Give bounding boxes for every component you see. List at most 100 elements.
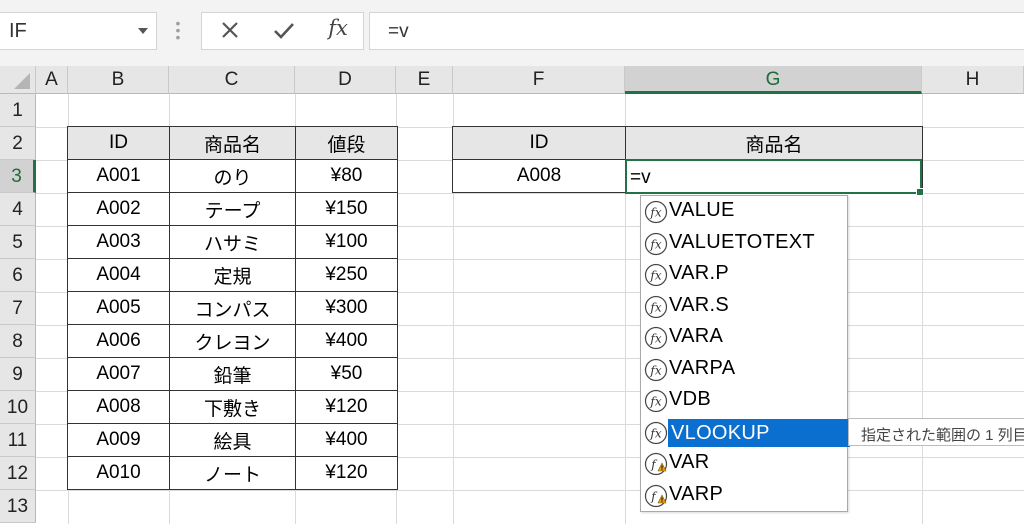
table-cell[interactable]: ¥120	[295, 390, 398, 424]
table-cell[interactable]: ¥80	[295, 159, 398, 193]
table-cell[interactable]: ¥100	[295, 225, 398, 259]
autocomplete-item-valuetotext[interactable]: fx VALUETOTEXT	[642, 229, 846, 260]
row-header-9[interactable]: 9	[0, 358, 36, 391]
autocomplete-item-varp[interactable]: f VARP	[642, 481, 846, 512]
autocomplete-item-var[interactable]: f VAR	[642, 449, 846, 480]
table-cell[interactable]: A005	[67, 291, 170, 325]
autocomplete-item-label: VALUETOTEXT	[669, 230, 815, 253]
table-cell[interactable]: A004	[67, 258, 170, 292]
header-cell[interactable]: 商品名	[625, 126, 923, 160]
svg-text:fx: fx	[649, 332, 661, 346]
table-cell[interactable]: クレヨン	[169, 324, 296, 358]
column-header-e[interactable]: E	[396, 66, 453, 94]
select-all-corner[interactable]	[0, 66, 36, 94]
table-cell[interactable]: ¥250	[295, 258, 398, 292]
header-cell[interactable]: 商品名	[169, 126, 296, 160]
autocomplete-item-vlookup[interactable]: fx VLOOKUP	[642, 418, 850, 449]
autocomplete-item-label: VARP	[669, 482, 724, 505]
row-header-7[interactable]: 7	[0, 292, 36, 325]
autocomplete-item-value[interactable]: fx VALUE	[642, 197, 846, 228]
header-cell[interactable]: ID	[67, 126, 170, 160]
column-header-b[interactable]: B	[68, 66, 169, 94]
table-row: A009 絵具 ¥400	[67, 423, 398, 457]
autocomplete-item-label: VDB	[669, 388, 712, 410]
row-header-2[interactable]: 2	[0, 127, 36, 160]
row-header-8[interactable]: 8	[0, 325, 36, 358]
table-cell[interactable]: ¥300	[295, 291, 398, 325]
name-box-value: IF	[9, 20, 27, 42]
table-cell[interactable]: ¥150	[295, 192, 398, 226]
header-cell[interactable]: 値段	[295, 126, 398, 160]
row-header-6[interactable]: 6	[0, 259, 36, 292]
table-cell[interactable]: 定規	[169, 258, 296, 292]
table-cell[interactable]: ¥400	[295, 324, 398, 358]
table-cell[interactable]: ¥120	[295, 456, 398, 490]
table-cell[interactable]: A003	[67, 225, 170, 259]
column-header-h[interactable]: H	[922, 66, 1024, 94]
table-row: A005 コンパス ¥300	[67, 291, 398, 325]
spreadsheet-grid[interactable]: A B C D E F G H 1 2 3 4 5 6 7 8 9 10 11 …	[0, 66, 1024, 524]
fx-function-icon: fx	[644, 295, 668, 319]
header-cell[interactable]: ID	[452, 126, 626, 160]
svg-text:fx: fx	[649, 395, 661, 409]
autocomplete-item-label: VALUE	[669, 199, 735, 221]
column-header-g[interactable]: G	[625, 66, 922, 94]
table-row: A006 クレヨン ¥400	[67, 324, 398, 358]
table-header-row: ID 商品名	[452, 126, 923, 160]
table-row: A004 定規 ¥250	[67, 258, 398, 292]
autocomplete-item-label: VAR.S	[669, 293, 730, 316]
active-cell[interactable]: =v	[625, 159, 924, 196]
table-cell[interactable]: ハサミ	[169, 225, 296, 259]
autocomplete-item-var-p[interactable]: fx VAR.P	[642, 260, 846, 291]
formula-input[interactable]: =v	[369, 12, 1024, 50]
table-cell[interactable]: ¥50	[295, 357, 398, 391]
insert-function-icon[interactable]: fx	[324, 16, 352, 42]
autocomplete-item-vdb[interactable]: fx VDB	[642, 386, 846, 417]
row-header-3[interactable]: 3	[0, 160, 36, 193]
table-cell[interactable]: のり	[169, 159, 296, 193]
chevron-down-icon[interactable]	[138, 28, 148, 34]
table-cell[interactable]: A001	[67, 159, 170, 193]
enter-check-icon[interactable]	[270, 19, 298, 45]
autocomplete-item-vara[interactable]: fx VARA	[642, 323, 846, 354]
row-header-5[interactable]: 5	[0, 226, 36, 259]
fx-function-icon: fx	[644, 200, 668, 224]
fx-compat-warning-icon: f	[644, 452, 668, 476]
fx-function-icon: fx	[644, 358, 668, 382]
row-header-1[interactable]: 1	[0, 94, 36, 127]
more-options-icon[interactable]: • • •	[174, 16, 182, 44]
table-cell[interactable]: ノート	[169, 456, 296, 490]
table-cell[interactable]: ¥400	[295, 423, 398, 457]
row-header-10[interactable]: 10	[0, 391, 36, 424]
table-cell[interactable]: A008	[67, 390, 170, 424]
autocomplete-item-varpa[interactable]: fx VARPA	[642, 355, 846, 386]
row-header-11[interactable]: 11	[0, 424, 36, 457]
svg-text:fx: fx	[649, 426, 661, 440]
table-row: A010 ノート ¥120	[67, 456, 398, 490]
column-header-c[interactable]: C	[169, 66, 295, 94]
table-cell[interactable]: 鉛筆	[169, 357, 296, 391]
column-header-d[interactable]: D	[295, 66, 396, 94]
column-header-a[interactable]: A	[36, 66, 68, 94]
table-cell[interactable]: A010	[67, 456, 170, 490]
table-cell[interactable]: A007	[67, 357, 170, 391]
table-cell[interactable]: A009	[67, 423, 170, 457]
table-cell[interactable]: A006	[67, 324, 170, 358]
table-cell[interactable]: A002	[67, 192, 170, 226]
table-cell[interactable]: 絵具	[169, 423, 296, 457]
row-header-4[interactable]: 4	[0, 193, 36, 226]
column-header-f[interactable]: F	[453, 66, 625, 94]
cancel-icon[interactable]	[216, 19, 244, 45]
table-cell[interactable]: 下敷き	[169, 390, 296, 424]
lookup-id-cell[interactable]: A008	[452, 159, 626, 193]
table-cell[interactable]: コンパス	[169, 291, 296, 325]
row-header-13[interactable]: 13	[0, 490, 36, 523]
autocomplete-item-var-s[interactable]: fx VAR.S	[642, 292, 846, 323]
name-box[interactable]: IF	[0, 12, 157, 50]
table-cell[interactable]: テープ	[169, 192, 296, 226]
table-row: A003 ハサミ ¥100	[67, 225, 398, 259]
fill-handle[interactable]	[916, 188, 924, 196]
function-autocomplete-list[interactable]: fx VALUE fx VALUETOTEXT fx VAR.P fx VAR.S fx VARA…	[640, 195, 850, 512]
row-header-12[interactable]: 12	[0, 457, 36, 490]
fx-function-icon: fx	[644, 389, 668, 413]
